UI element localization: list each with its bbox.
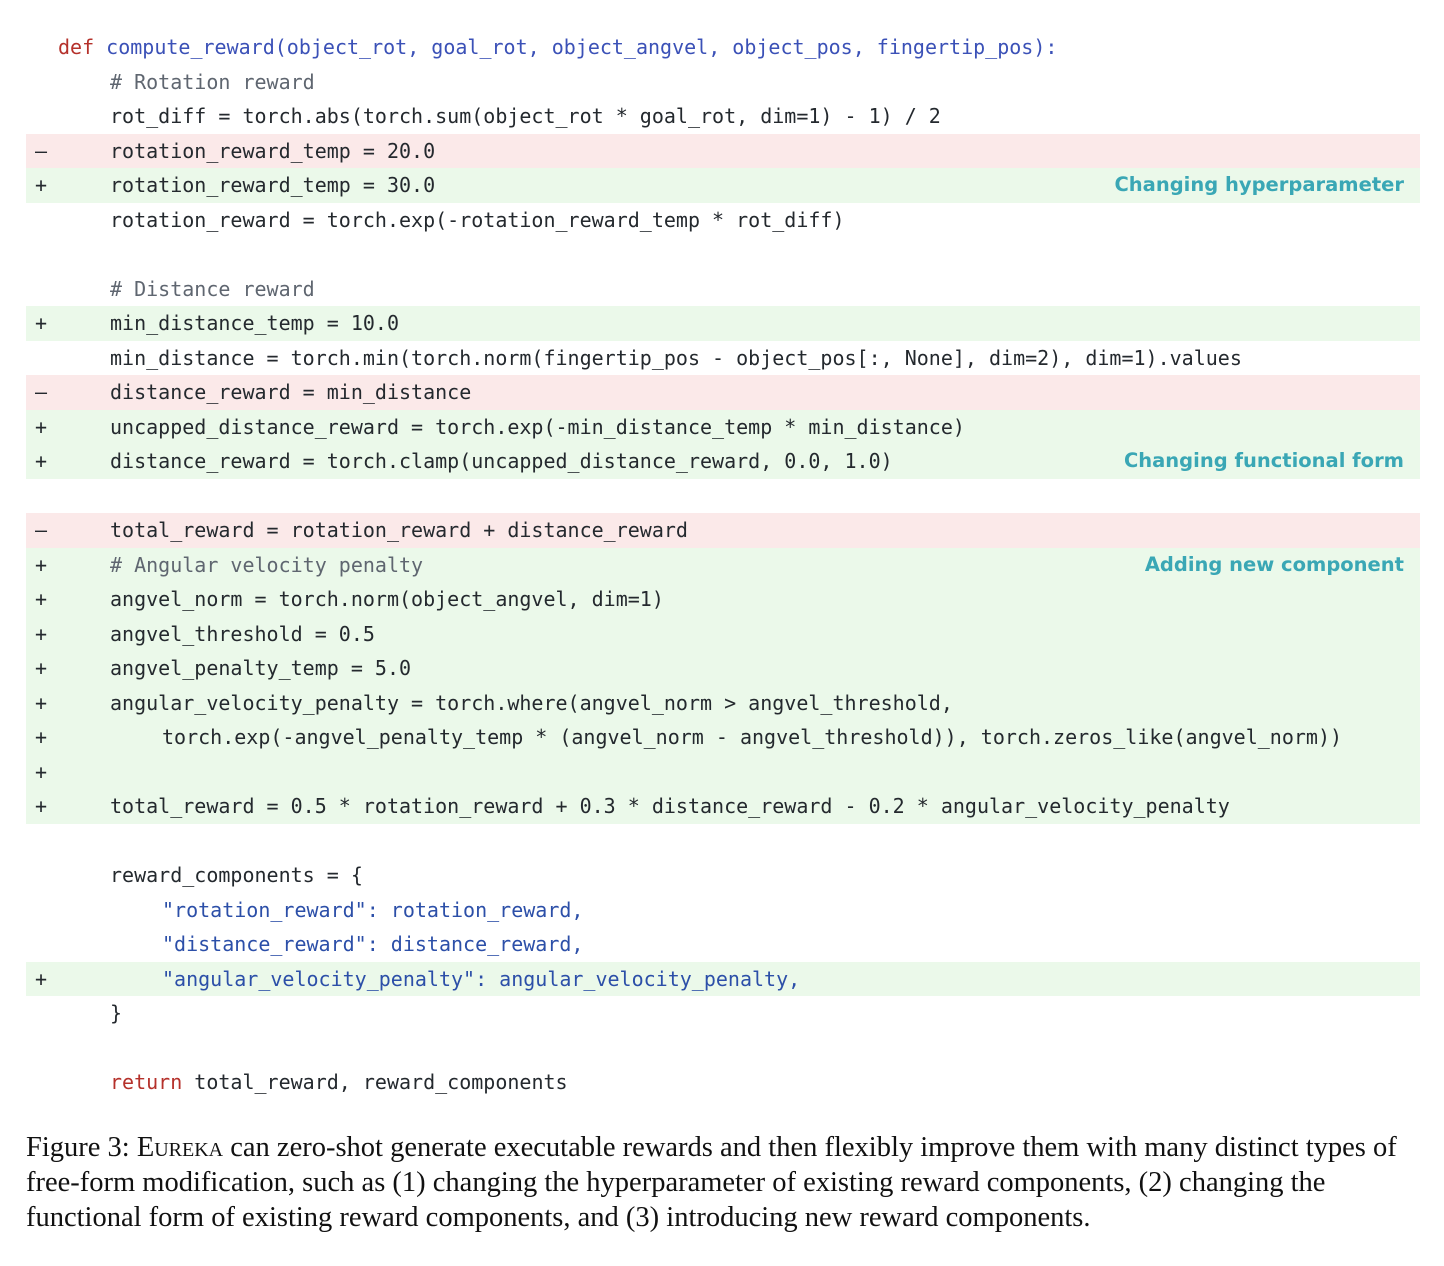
minus-marker: – (34, 518, 48, 542)
deleted-line: – total_reward = rotation_reward + dista… (26, 513, 1420, 548)
code-text: angvel_norm = torch.norm(object_angvel, … (110, 587, 664, 611)
code-text: angular_velocity_penalty = torch.where(a… (110, 690, 953, 715)
code-text: "angular_velocity_penalty": angular_velo… (162, 966, 801, 991)
code-comment: # Distance reward (110, 276, 315, 301)
code-text: min_distance = torch.min(torch.norm(fing… (110, 345, 1242, 370)
code-comment: # Rotation reward (110, 69, 315, 94)
return-keyword: return (110, 1070, 183, 1094)
code-text: "distance_reward": distance_reward, (162, 932, 584, 956)
plus-marker: + (34, 552, 48, 577)
code-text: rotation_reward_temp = 20.0 (110, 138, 436, 163)
code-line: # Rotation reward (26, 65, 1420, 100)
code-text: rotation_reward = torch.exp(-rotation_re… (110, 207, 845, 232)
code-block: def compute_reward(object_rot, goal_rot,… (26, 30, 1420, 1100)
code-line: rotation_reward = torch.exp(-rotation_re… (26, 203, 1420, 238)
added-line: + angular_velocity_penalty = torch.where… (26, 685, 1420, 720)
plus-marker: + (34, 725, 48, 749)
minus-marker: – (34, 138, 48, 163)
code-line: } (26, 996, 1420, 1031)
deleted-line: – distance_reward = min_distance (26, 375, 1420, 410)
def-keyword: def (58, 35, 95, 59)
plus-marker: + (34, 449, 48, 473)
added-line: + distance_reward = torch.clamp(uncapped… (26, 444, 1420, 479)
code-text: total_reward = 0.5 * rotation_reward + 0… (110, 794, 1230, 818)
plus-marker: + (34, 587, 48, 611)
code-text: angvel_penalty_temp = 5.0 (110, 656, 412, 680)
code-line: "rotation_reward": rotation_reward, (26, 893, 1420, 928)
added-line: + angvel_norm = torch.norm(object_angvel… (26, 582, 1420, 617)
added-line: + "angular_velocity_penalty": angular_ve… (26, 961, 1420, 996)
code-text: } (110, 1001, 123, 1025)
caption-label: Figure 3: (26, 1132, 137, 1163)
code-text: uncapped_distance_reward = torch.exp(-mi… (110, 414, 965, 439)
caption-text: can zero-shot generate executable reward… (26, 1132, 1397, 1233)
code-text: total_reward, reward_components (194, 1070, 568, 1094)
figure-caption: Figure 3: Eureka can zero-shot generate … (26, 1130, 1426, 1235)
code-text: reward_components = { (110, 863, 363, 887)
code-text: min_distance_temp = 10.0 (110, 311, 399, 335)
added-line: + uncapped_distance_reward = torch.exp(-… (26, 409, 1420, 444)
added-line: + total_reward = 0.5 * rotation_reward +… (26, 789, 1420, 824)
added-line: + min_distance_temp = 10.0 (26, 306, 1420, 341)
code-line: reward_components = { (26, 858, 1420, 893)
code-text: angvel_threshold = 0.5 (110, 621, 375, 646)
minus-marker: – (34, 380, 48, 404)
added-line: + angvel_threshold = 0.5 (26, 616, 1420, 651)
added-line: + angvel_penalty_temp = 5.0 (26, 651, 1420, 686)
code-text: compute_reward(object_rot, goal_rot, obj… (106, 35, 1058, 59)
code-line: # Distance reward (26, 272, 1420, 307)
plus-marker: + (34, 414, 48, 439)
code-text: "rotation_reward": rotation_reward, (162, 897, 584, 922)
added-line: + torch.exp(-angvel_penalty_temp * (angv… (26, 720, 1420, 755)
added-line: + (26, 754, 1420, 789)
code-line: "distance_reward": distance_reward, (26, 927, 1420, 962)
annotation-functional-form: Changing functional form (1123, 449, 1404, 472)
code-line: return total_reward, reward_components (26, 1065, 1420, 1100)
caption-method-name: Eureka (136, 1132, 224, 1163)
code-text: rotation_reward_temp = 30.0 (110, 173, 436, 197)
plus-marker: + (34, 690, 48, 715)
code-diff-figure: def compute_reward(object_rot, goal_rot,… (26, 30, 1420, 1100)
code-text: distance_reward = torch.clamp(uncapped_d… (110, 449, 893, 473)
code-line: min_distance = torch.min(torch.norm(fing… (26, 341, 1420, 376)
plus-marker: + (34, 173, 48, 197)
code-text: total_reward = rotation_reward + distanc… (110, 518, 688, 542)
added-line: + rotation_reward_temp = 30.0 Changing h… (26, 168, 1420, 203)
annotation-hyperparameter: Changing hyperparameter (1114, 173, 1404, 196)
plus-marker: + (34, 621, 48, 646)
annotation-new-component: Adding new component (1144, 552, 1404, 576)
plus-marker: + (34, 794, 48, 818)
code-line: rot_diff = torch.abs(torch.sum(object_ro… (26, 99, 1420, 134)
deleted-line: – rotation_reward_temp = 20.0 (26, 133, 1420, 168)
plus-marker: + (34, 311, 48, 335)
added-line: + # Angular velocity penalty Adding new … (26, 547, 1420, 582)
code-comment: # Angular velocity penalty (110, 552, 424, 577)
plus-marker: + (34, 759, 48, 784)
code-text: distance_reward = min_distance (110, 380, 472, 404)
plus-marker: + (34, 966, 48, 991)
code-text: rot_diff = torch.abs(torch.sum(object_ro… (110, 104, 941, 128)
code-text: torch.exp(-angvel_penalty_temp * (angvel… (162, 725, 1343, 749)
code-line: def compute_reward(object_rot, goal_rot,… (26, 30, 1420, 65)
plus-marker: + (34, 656, 48, 680)
